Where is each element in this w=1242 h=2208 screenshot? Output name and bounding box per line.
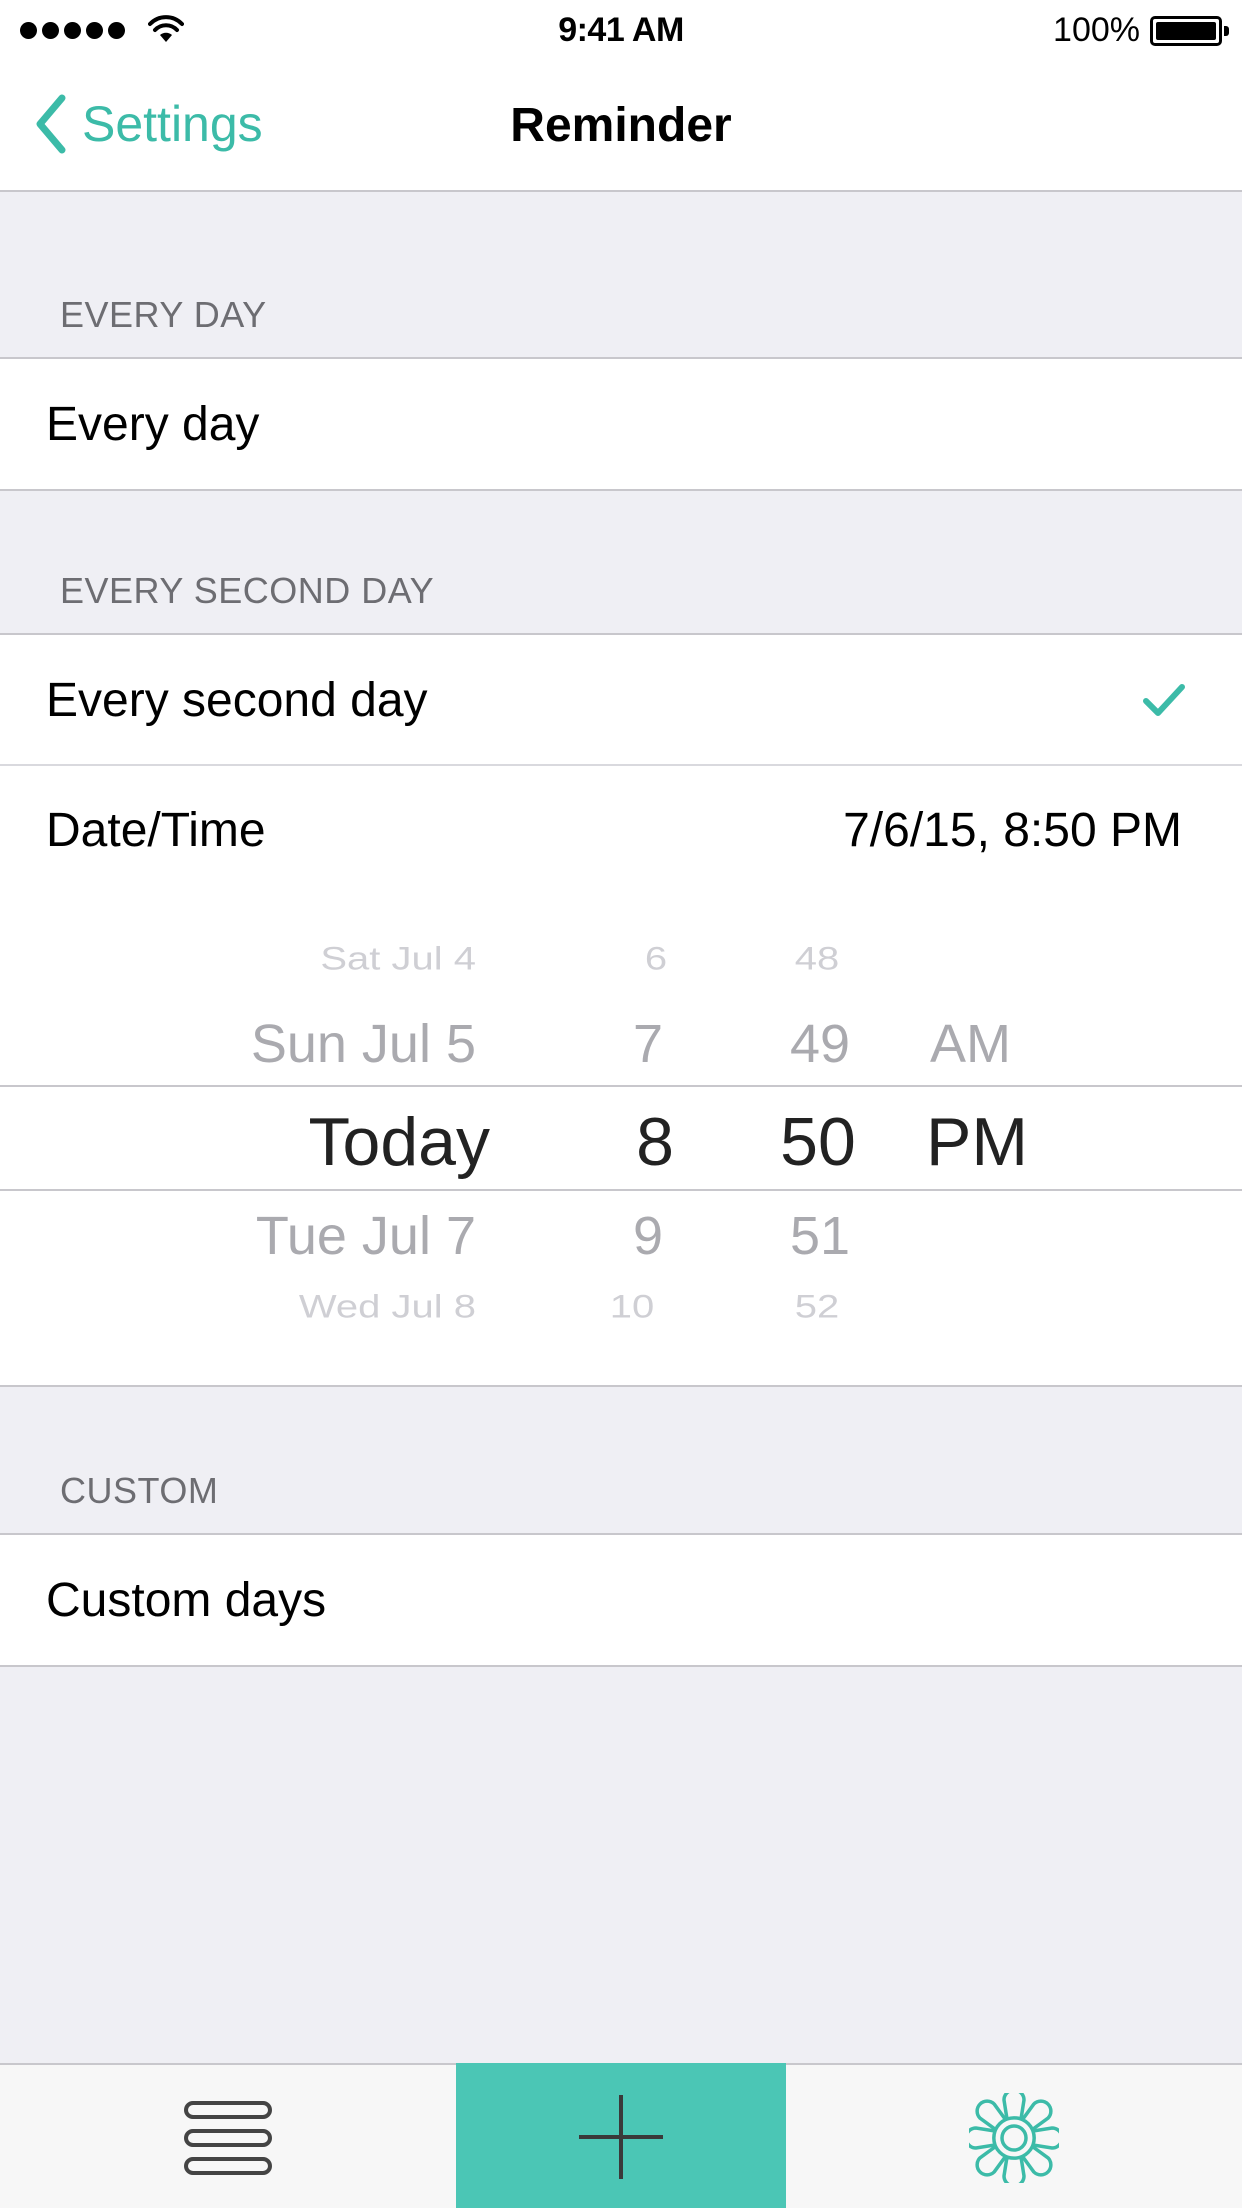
picker-date-item[interactable]: Sun Jul 5 [251, 1013, 476, 1075]
picker-date-item[interactable]: Wed Jul 8 [299, 1290, 476, 1326]
picker-date-selected[interactable]: Today [309, 1103, 490, 1181]
picker-period-item[interactable]: AM [930, 1013, 1011, 1075]
picker-minute-item[interactable]: 49 [772, 1013, 868, 1075]
custom-days-row[interactable]: Custom days [0, 1535, 1242, 1665]
date-time-label: Date/Time [46, 803, 266, 857]
picker-date-item[interactable]: Sat Jul 4 [320, 942, 476, 978]
date-time-picker[interactable]: Sat Jul 4 Sun Jul 5 Today Tue Jul 7 Wed … [0, 895, 1242, 1385]
date-time-row[interactable]: Date/Time 7/6/15, 8:50 PM [0, 764, 1242, 895]
custom-group: Custom days [0, 1533, 1242, 1667]
list-icon [184, 2100, 272, 2175]
picker-minute-item[interactable]: 52 [772, 1290, 862, 1326]
tab-add[interactable] [456, 2063, 786, 2208]
picker-hour-item[interactable]: 9 [620, 1205, 676, 1267]
picker-hour-selected[interactable]: 8 [620, 1103, 690, 1181]
picker-hour-item[interactable]: 10 [594, 1290, 670, 1326]
custom-days-label: Custom days [46, 1573, 327, 1627]
picker-period-selected[interactable]: PM [926, 1103, 1028, 1181]
every-second-day-label: Every second day [46, 673, 428, 727]
gear-icon [969, 2092, 1059, 2183]
every-day-row[interactable]: Every day [0, 359, 1242, 489]
picker-date-item[interactable]: Tue Jul 7 [256, 1205, 476, 1267]
section-header-custom: CUSTOM [60, 1470, 219, 1511]
picker-minute-selected[interactable]: 50 [768, 1103, 868, 1181]
page-title: Reminder [510, 99, 732, 152]
battery-percent: 100% [1053, 11, 1140, 49]
picker-minute-item[interactable]: 51 [772, 1205, 868, 1267]
add-icon [579, 2094, 663, 2179]
picker-hour-item[interactable]: 7 [620, 1013, 676, 1075]
checkmark-icon [1143, 684, 1185, 716]
every-second-day-row[interactable]: Every second day [0, 635, 1242, 765]
every-day-label: Every day [46, 397, 260, 451]
section-header-every-day: EVERY DAY [60, 294, 267, 335]
tab-bar [0, 2063, 1242, 2208]
every-second-day-group: Every second day Date/Time 7/6/15, 8:50 … [0, 633, 1242, 1387]
tab-list[interactable] [0, 2065, 456, 2208]
navigation-bar: Settings Reminder [0, 60, 1242, 192]
every-day-group: Every day [0, 357, 1242, 491]
battery-icon [1150, 16, 1229, 46]
tab-settings[interactable] [786, 2065, 1242, 2208]
date-time-value: 7/6/15, 8:50 PM [843, 803, 1182, 857]
status-bar: 9:41 AM 100% [0, 0, 1242, 60]
picker-minute-item[interactable]: 48 [772, 942, 862, 978]
picker-hour-item[interactable]: 6 [628, 942, 684, 978]
section-header-every-second-day: EVERY SECOND DAY [60, 570, 435, 611]
